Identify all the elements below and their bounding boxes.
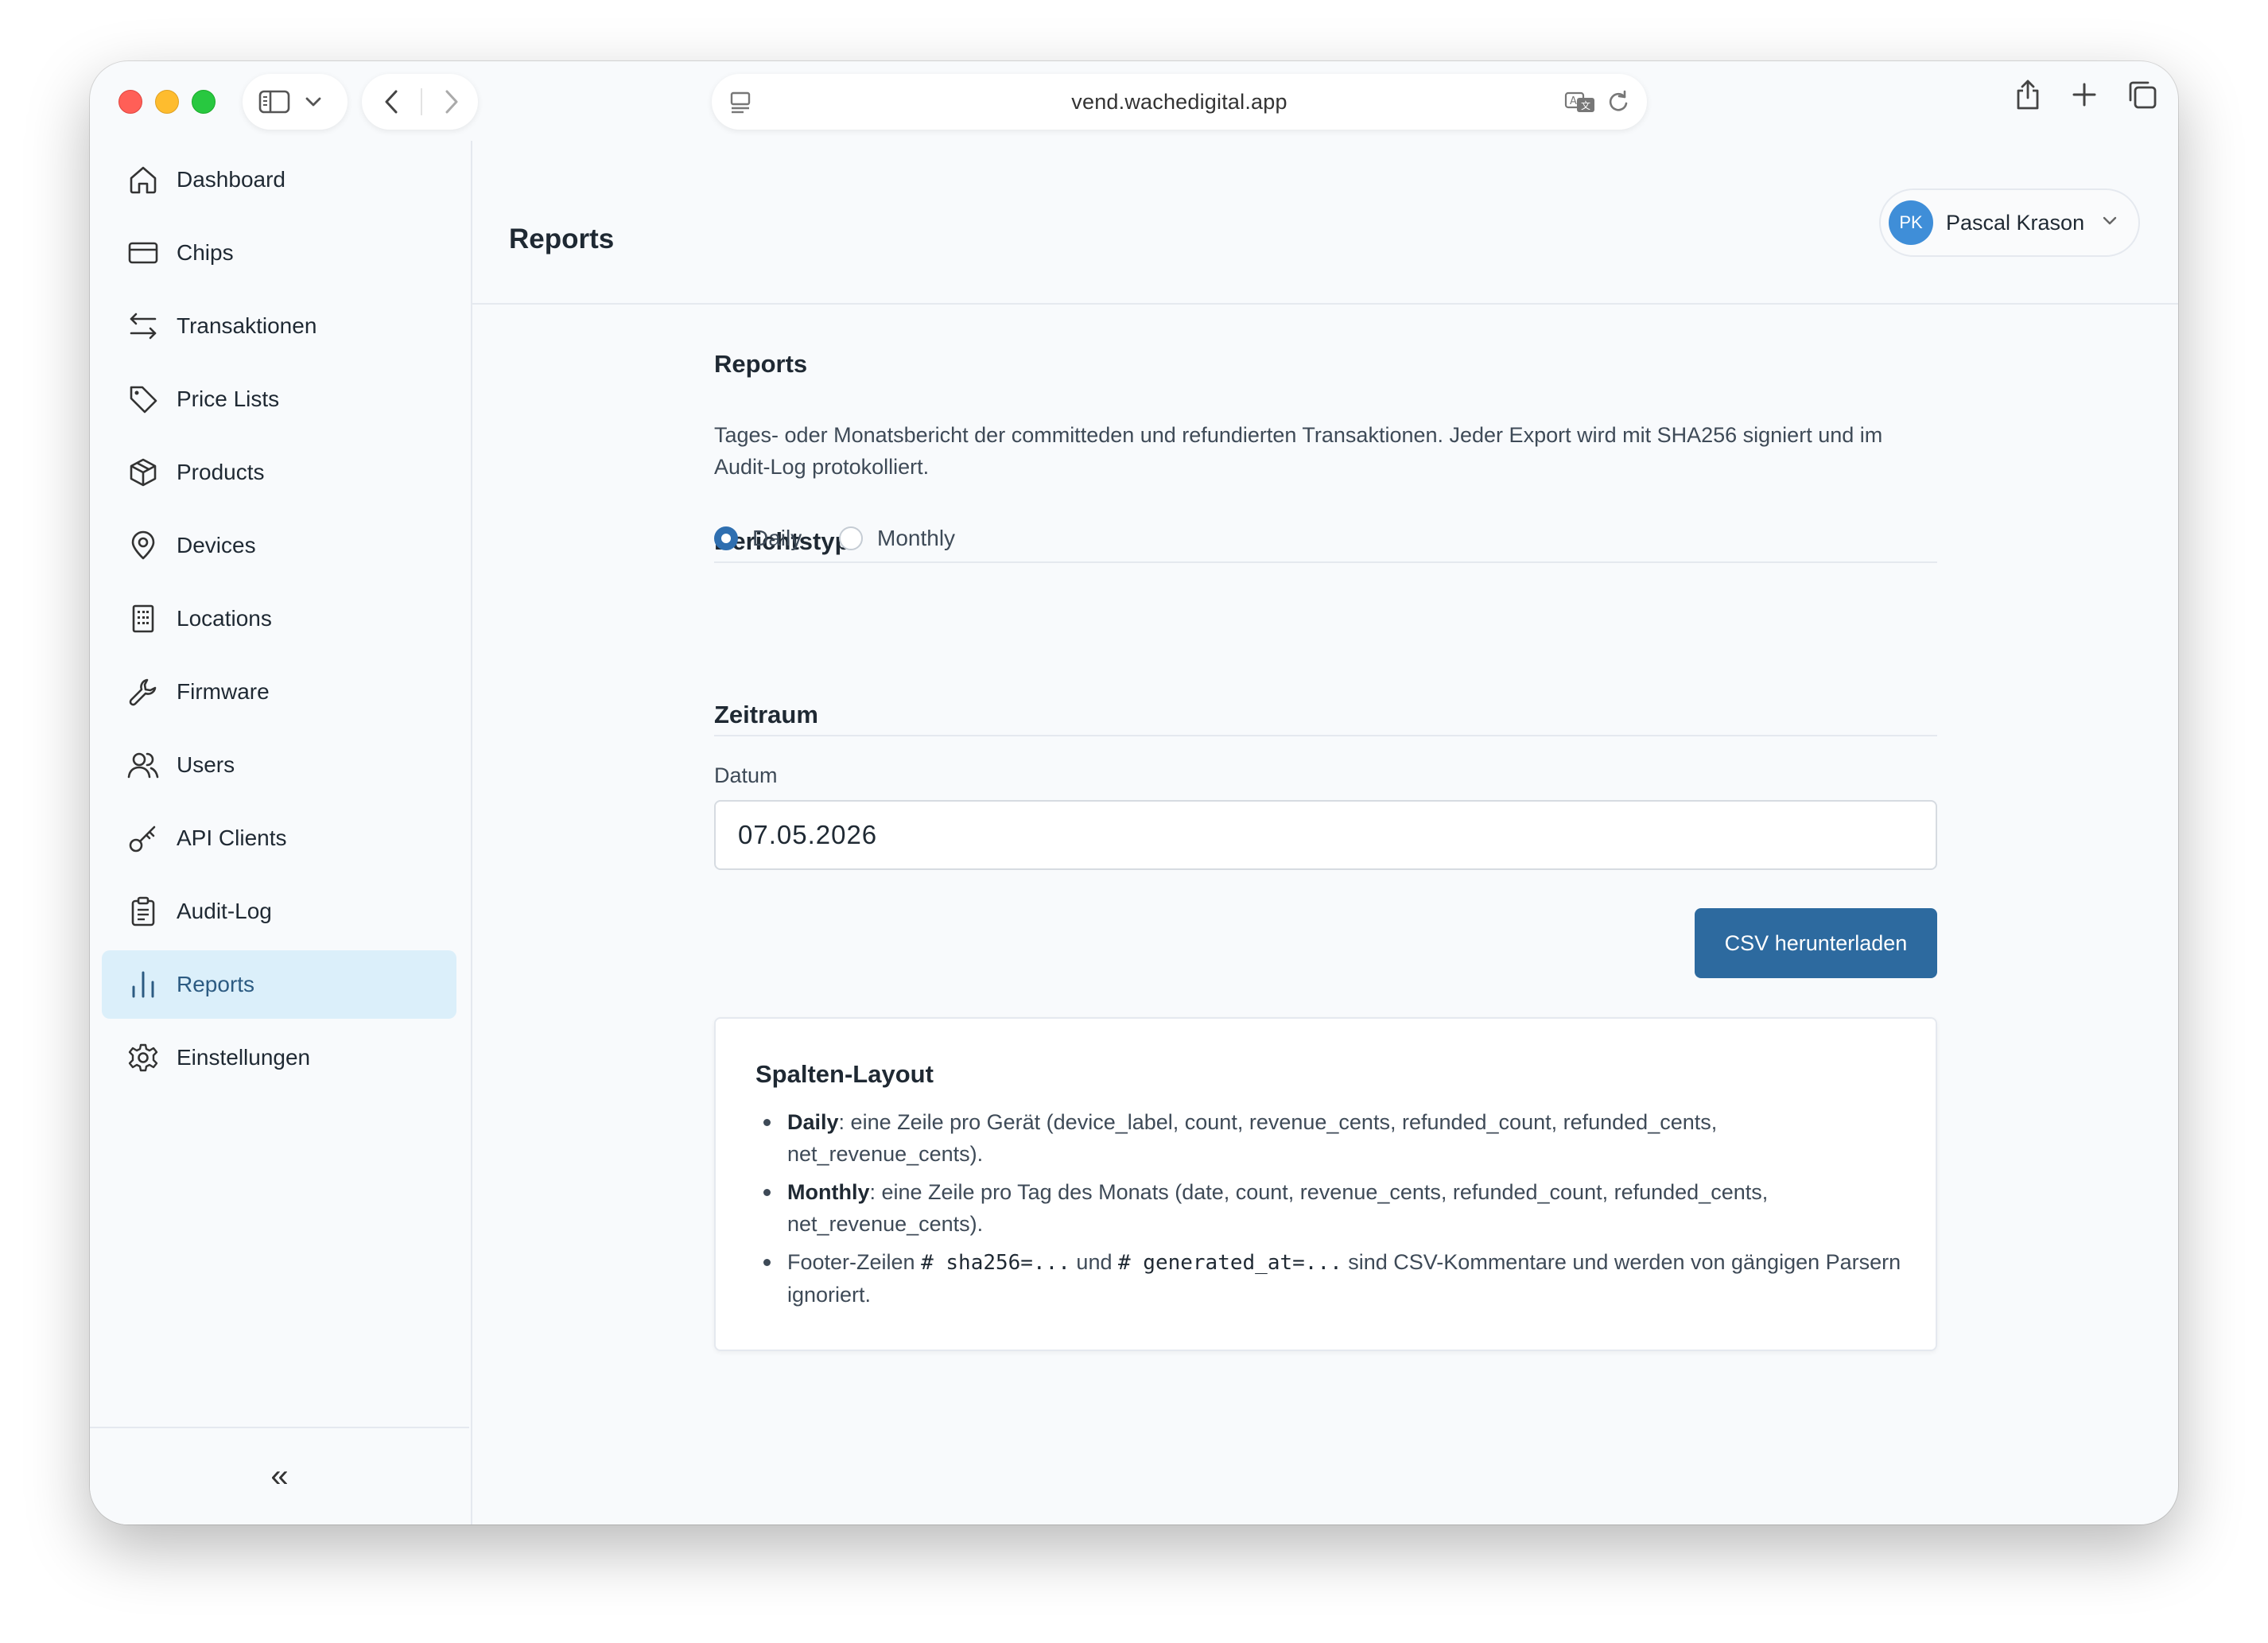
column-layout-card: Spalten-Layout Daily: eine Zeile pro Ger…: [714, 1017, 1937, 1351]
url-text: vend.wachedigital.app: [1071, 89, 1287, 114]
sidebar-item-devices[interactable]: Devices: [102, 511, 456, 580]
section-title: Reports: [714, 350, 808, 378]
sidebar-item-reports[interactable]: Reports: [102, 950, 456, 1019]
maximize-window-button[interactable]: [192, 90, 216, 114]
close-window-button[interactable]: [118, 90, 142, 114]
radio-daily-label[interactable]: Daily: [752, 526, 802, 551]
sidebar-item-label: API Clients: [177, 825, 287, 850]
sidebar-item-label: Firmware: [177, 679, 270, 704]
sidebar-item-label: Chips: [177, 240, 234, 265]
new-tab-icon[interactable]: [2072, 82, 2097, 111]
sidebar-item-label: Users: [177, 752, 235, 777]
minimize-window-button[interactable]: [155, 90, 179, 114]
sidebar-item-api-clients[interactable]: API Clients: [102, 804, 456, 872]
radio-monthly-control[interactable]: [839, 526, 863, 550]
history-nav-group: [362, 74, 478, 130]
forward-icon[interactable]: [443, 89, 460, 115]
sidebar-item-firmware[interactable]: Firmware: [102, 658, 456, 726]
sidebar-item-label: Reports: [177, 972, 255, 996]
sidebar-item-locations[interactable]: Locations: [102, 585, 456, 653]
radio-daily[interactable]: Daily: [714, 526, 802, 551]
code-generated-at: # generated_at=...: [1117, 1251, 1342, 1275]
page-settings-icon[interactable]: [729, 91, 751, 115]
address-bar[interactable]: vend.wachedigital.app A文: [712, 74, 1647, 130]
code-sha256: # sha256=...: [921, 1251, 1070, 1275]
avatar: PK: [1889, 200, 1933, 245]
gear-icon: [127, 1042, 159, 1074]
svg-text:文: 文: [1581, 99, 1590, 111]
sidebar-item-label: Transaktionen: [177, 313, 317, 338]
period-heading: Zeitraum: [714, 701, 818, 728]
sidebar-item-label: Dashboard: [177, 167, 285, 192]
reload-icon[interactable]: [1607, 90, 1629, 114]
chevron-down-icon[interactable]: [305, 96, 322, 107]
radio-daily-control[interactable]: [714, 526, 738, 550]
user-menu-button[interactable]: PK Pascal Krason: [1879, 188, 2140, 257]
browser-window: vend.wachedigital.app A文 Dashboard Chips…: [90, 61, 2178, 1525]
box-icon: [127, 456, 159, 488]
sidebar-item-users[interactable]: Users: [102, 731, 456, 799]
users-icon: [127, 749, 159, 781]
svg-text:A: A: [1570, 95, 1577, 107]
list-item: Daily: eine Zeile pro Gerät (device_labe…: [755, 1106, 1909, 1170]
sidebar-item-einstellungen[interactable]: Einstellungen: [102, 1023, 456, 1092]
wrench-icon: [127, 676, 159, 708]
page-header: Reports PK Pascal Krason: [471, 141, 2178, 305]
bar-chart-icon: [127, 969, 159, 1000]
sidebar-item-transaktionen[interactable]: Transaktionen: [102, 292, 456, 360]
column-layout-list: Daily: eine Zeile pro Gerät (device_labe…: [755, 1106, 1909, 1317]
sidebar-toggle-group[interactable]: [243, 74, 348, 130]
chevron-down-icon: [2102, 216, 2118, 230]
building-icon: [127, 603, 159, 635]
divider: [714, 561, 1937, 563]
sidebar-item-dashboard[interactable]: Dashboard: [102, 146, 456, 214]
card-icon: [127, 237, 159, 269]
nav-divider: [421, 88, 422, 115]
tag-icon: [127, 383, 159, 415]
page-title: Reports: [509, 223, 615, 254]
sidebar-toggle-icon[interactable]: [258, 89, 290, 115]
key-icon: [127, 822, 159, 854]
divider: [714, 735, 1937, 736]
radio-monthly[interactable]: Monthly: [839, 526, 955, 551]
sidebar-item-chips[interactable]: Chips: [102, 219, 456, 287]
sidebar-item-products[interactable]: Products: [102, 438, 456, 507]
sidebar-footer: «: [90, 1427, 469, 1525]
back-icon[interactable]: [383, 89, 400, 115]
sidebar-item-label: Einstellungen: [177, 1045, 311, 1070]
card-title: Spalten-Layout: [755, 1060, 934, 1088]
sidebar-item-label: Devices: [177, 533, 256, 557]
sidebar-item-price-lists[interactable]: Price Lists: [102, 365, 456, 433]
user-name: Pascal Krason: [1946, 210, 2085, 235]
sidebar-item-label: Audit-Log: [177, 899, 272, 923]
sidebar-item-audit-log[interactable]: Audit-Log: [102, 877, 456, 946]
date-label: Datum: [714, 763, 778, 787]
list-item: Monthly: eine Zeile pro Tag des Monats (…: [755, 1176, 1909, 1240]
map-pin-icon: [127, 530, 159, 561]
toolbar-actions: [2014, 79, 2157, 115]
collapse-sidebar-button[interactable]: «: [270, 1459, 288, 1494]
share-icon[interactable]: [2014, 79, 2041, 115]
sidebar-item-label: Locations: [177, 606, 272, 631]
tab-overview-icon[interactable]: [2127, 80, 2157, 114]
clipboard-icon: [127, 895, 159, 927]
sidebar-item-label: Price Lists: [177, 386, 280, 411]
radio-monthly-label[interactable]: Monthly: [877, 526, 955, 551]
date-input[interactable]: [714, 800, 1937, 870]
sidebar: Dashboard Chips Transaktionen Price List…: [90, 141, 472, 1525]
csv-download-button[interactable]: CSV herunterladen: [1695, 908, 1937, 978]
home-icon: [127, 164, 159, 196]
sidebar-item-label: Products: [177, 460, 265, 484]
translate-icon[interactable]: A文: [1564, 90, 1596, 114]
list-item: Footer-Zeilen # sha256=... und # generat…: [755, 1246, 1909, 1311]
arrows-swap-icon: [127, 310, 159, 342]
description: Tages- oder Monatsbericht der committede…: [714, 423, 1883, 479]
